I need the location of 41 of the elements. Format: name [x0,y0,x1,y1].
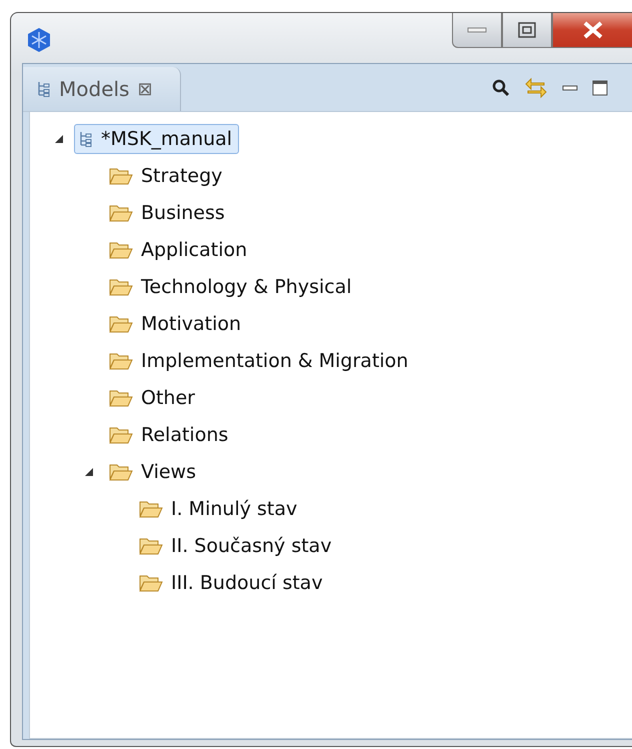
minimize-icon [467,27,487,33]
folder-icon [109,426,133,444]
tree-item[interactable]: Relations [104,420,236,450]
folder-icon [109,278,133,296]
maximize-view-icon[interactable] [592,80,608,96]
folder-icon [109,240,133,258]
folder-icon [109,166,133,184]
folder-icon [109,314,133,332]
tree-item[interactable]: Views [104,456,203,486]
tree-item[interactable]: Business [104,198,232,228]
tree-item[interactable]: I. Minulý stav [134,494,304,524]
tab-close-button[interactable]: ⊠ [137,78,153,100]
restore-button[interactable] [502,13,552,48]
tree-icon [37,81,51,97]
folder-icon [139,574,163,592]
close-icon [582,21,604,39]
tree-item[interactable]: Application [104,234,254,264]
tree-icon [79,130,93,146]
folder-icon [109,462,133,480]
collapse-arrow-icon[interactable] [84,466,94,476]
tree-item[interactable]: Motivation [104,308,248,338]
folder-icon [139,536,163,554]
collapse-arrow-icon[interactable] [54,134,64,144]
tree-item[interactable]: Technology & Physical [104,272,359,302]
search-icon[interactable] [492,78,510,96]
tree-item[interactable]: *MSK_manual [74,124,240,154]
tree-item[interactable]: Strategy [104,160,230,190]
app-icon [27,27,51,53]
minimize-button[interactable] [452,13,502,48]
tree-item[interactable]: Implementation & Migration [104,346,416,376]
models-tab[interactable]: Models ⊠ [23,67,181,111]
tree-item[interactable]: Other [104,382,202,412]
folder-icon [109,352,133,370]
restore-icon [518,22,536,38]
folder-icon [139,500,163,518]
close-button[interactable] [552,13,632,48]
minimize-view-icon[interactable] [562,84,578,90]
tree-item[interactable]: II. Současný stav [134,530,339,560]
tree-item[interactable]: III. Budoucí stav [134,568,330,598]
folder-icon [109,204,133,222]
folder-icon [109,388,133,406]
